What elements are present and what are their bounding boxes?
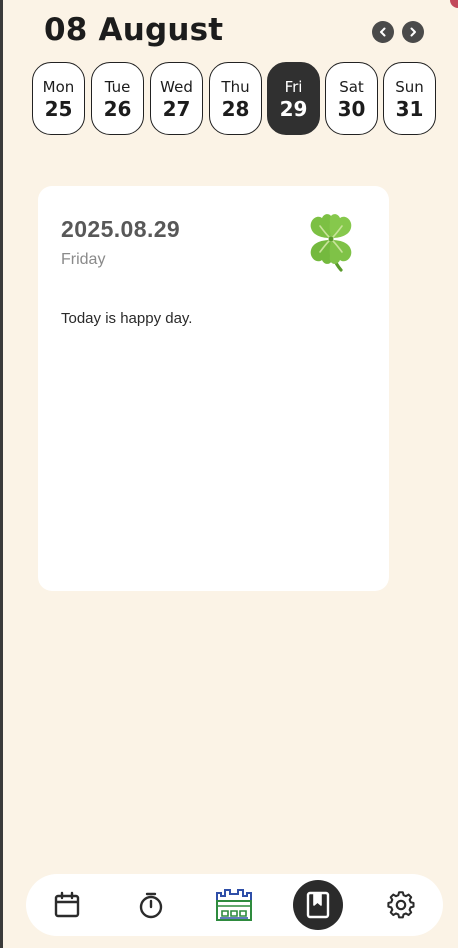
tab-diary[interactable] bbox=[292, 874, 344, 936]
tab-castle[interactable] bbox=[208, 874, 260, 936]
day-mon[interactable]: Mon 25 bbox=[32, 62, 85, 135]
entry-weekday: Friday bbox=[61, 251, 106, 268]
day-name: Thu bbox=[221, 77, 250, 96]
chevron-right-icon bbox=[410, 27, 416, 37]
week-strip: Mon 25 Tue 26 Wed 27 Thu 28 Fri 29 Sat 3… bbox=[32, 62, 437, 135]
bookmark-book-icon bbox=[306, 891, 330, 919]
day-fri[interactable]: Fri 29 bbox=[267, 62, 320, 135]
day-thu[interactable]: Thu 28 bbox=[209, 62, 262, 135]
day-name: Sun bbox=[395, 77, 424, 96]
day-number: 26 bbox=[103, 96, 132, 121]
tab-timer[interactable] bbox=[125, 874, 177, 936]
chevron-left-icon bbox=[380, 27, 386, 37]
diary-entry-card[interactable]: 2025.08.29 Friday Today is happy day. bbox=[38, 186, 389, 591]
gear-icon bbox=[387, 891, 415, 919]
window-left-edge bbox=[0, 0, 3, 948]
day-number: 30 bbox=[337, 96, 366, 121]
four-leaf-clover-icon bbox=[310, 214, 352, 272]
active-tab-indicator bbox=[293, 880, 343, 930]
day-wed[interactable]: Wed 27 bbox=[150, 62, 203, 135]
day-sun[interactable]: Sun 31 bbox=[383, 62, 436, 135]
entry-text: Today is happy day. bbox=[61, 310, 193, 327]
castle-icon bbox=[216, 889, 252, 921]
day-name: Sat bbox=[339, 77, 364, 96]
day-name: Wed bbox=[160, 77, 193, 96]
day-tue[interactable]: Tue 26 bbox=[91, 62, 144, 135]
day-sat[interactable]: Sat 30 bbox=[325, 62, 378, 135]
month-title: 08 August bbox=[44, 12, 224, 48]
tab-settings[interactable] bbox=[375, 874, 427, 936]
prev-week-button[interactable] bbox=[372, 21, 394, 43]
day-number: 25 bbox=[44, 96, 73, 121]
day-name: Mon bbox=[42, 77, 75, 96]
corner-accent bbox=[450, 0, 458, 8]
day-number: 28 bbox=[221, 96, 250, 121]
bottom-navigation-bar bbox=[26, 874, 443, 936]
day-name: Fri bbox=[284, 77, 303, 96]
day-number: 29 bbox=[279, 96, 308, 121]
day-number: 27 bbox=[162, 96, 191, 121]
entry-date: 2025.08.29 bbox=[61, 216, 181, 242]
calendar-icon bbox=[54, 891, 80, 918]
day-name: Tue bbox=[104, 77, 131, 96]
day-number: 31 bbox=[395, 96, 424, 121]
timer-icon bbox=[139, 892, 163, 919]
next-week-button[interactable] bbox=[402, 21, 424, 43]
month-header: 08 August bbox=[44, 12, 434, 52]
tab-calendar[interactable] bbox=[41, 874, 93, 936]
